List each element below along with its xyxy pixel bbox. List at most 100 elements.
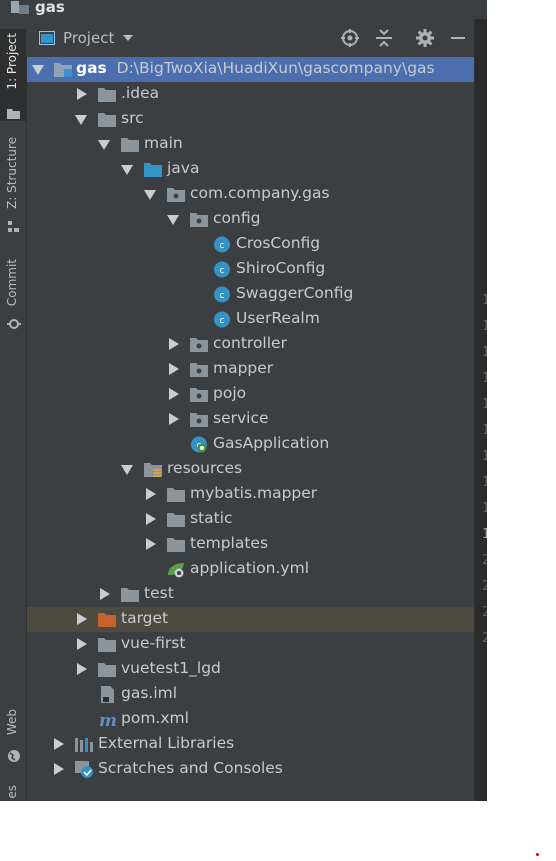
- package-icon: [190, 213, 208, 227]
- tree-item-label: SwaggerConfig: [236, 284, 354, 302]
- view-selector-label[interactable]: Project: [63, 29, 114, 47]
- tree-row[interactable]: vue-first: [27, 632, 474, 657]
- tree-row[interactable]: External Libraries: [27, 732, 474, 757]
- class-icon: c: [214, 286, 230, 303]
- structure-icon: [8, 221, 19, 232]
- tree-item-label: src: [121, 109, 144, 127]
- class-icon: c: [214, 311, 230, 328]
- collapsed-arrow-icon[interactable]: [169, 338, 179, 350]
- tree-row[interactable]: .idea: [27, 82, 474, 107]
- folder-icon: [98, 88, 116, 102]
- tree-item-label: resources: [167, 459, 243, 477]
- tree-item-label: pojo: [213, 384, 247, 402]
- tree-item-label: GasApplication: [213, 434, 330, 452]
- collapsed-arrow-icon[interactable]: [169, 388, 179, 400]
- tree-row[interactable]: m pom.xml: [27, 707, 474, 732]
- tab-web[interactable]: Web: [0, 709, 26, 769]
- project-tree[interactable]: gas D:\BigTwoXia\HuadiXun\gascompany\gas…: [27, 57, 474, 801]
- class-icon: c: [214, 236, 230, 253]
- root-path: D:\BigTwoXia\HuadiXun\gascompany\gas: [116, 59, 435, 77]
- tree-row[interactable]: target: [27, 607, 474, 632]
- collapsed-arrow-icon[interactable]: [77, 613, 87, 625]
- collapsed-arrow-icon[interactable]: [146, 538, 156, 550]
- folder-icon: [98, 113, 116, 127]
- expanded-arrow-icon[interactable]: [32, 65, 44, 75]
- line-number: 1: [482, 527, 487, 542]
- tab-commit[interactable]: Commit: [0, 259, 26, 349]
- tree-item-label: UserRealm: [236, 309, 320, 327]
- tree-item-label: CrosConfig: [236, 234, 321, 252]
- collapsed-arrow-icon[interactable]: [146, 488, 156, 500]
- tree-row[interactable]: test: [27, 582, 474, 607]
- tree-row[interactable]: java: [27, 157, 474, 182]
- res-folder-icon: [144, 463, 162, 477]
- expanded-arrow-icon[interactable]: [75, 115, 87, 125]
- chevron-down-icon[interactable]: [123, 35, 133, 42]
- expanded-arrow-icon[interactable]: [121, 465, 133, 475]
- tab-structure[interactable]: Z: Structure: [0, 137, 26, 237]
- collapsed-arrow-icon[interactable]: [100, 588, 110, 600]
- tree-row[interactable]: c ShiroConfig: [27, 257, 474, 282]
- tree-row[interactable]: c GasApplication: [27, 432, 474, 457]
- collapsed-arrow-icon[interactable]: [169, 413, 179, 425]
- yml-icon: [168, 563, 184, 578]
- expanded-arrow-icon[interactable]: [98, 140, 110, 150]
- package-icon: [190, 388, 208, 402]
- tree-row[interactable]: mapper: [27, 357, 474, 382]
- tree-row[interactable]: c SwaggerConfig: [27, 282, 474, 307]
- tree-row[interactable]: c UserRealm: [27, 307, 474, 332]
- red-dot: [536, 853, 539, 856]
- tree-item-label: java: [167, 159, 200, 177]
- folder-icon: [7, 109, 20, 119]
- tree-row[interactable]: Scratches and Consoles: [27, 757, 474, 782]
- line-number: 1: [482, 345, 487, 360]
- collapsed-arrow-icon[interactable]: [77, 88, 87, 100]
- minimize-icon[interactable]: [448, 28, 468, 48]
- tree-item-label: application.yml: [190, 559, 310, 577]
- gear-icon[interactable]: [415, 28, 435, 48]
- tree-row[interactable]: main: [27, 132, 474, 157]
- tree-row[interactable]: c CrosConfig: [27, 232, 474, 257]
- svg-text:m: m: [99, 711, 116, 728]
- libs-icon: [75, 738, 93, 752]
- tree-row[interactable]: pojo: [27, 382, 474, 407]
- scratches-icon: [75, 761, 93, 778]
- collapsed-arrow-icon[interactable]: [54, 738, 64, 750]
- tree-row[interactable]: templates: [27, 532, 474, 557]
- tree-item-label: Scratches and Consoles: [98, 759, 283, 777]
- collapse-all-icon[interactable]: [374, 28, 394, 48]
- tree-row[interactable]: controller: [27, 332, 474, 357]
- tree-item-label: templates: [190, 534, 269, 552]
- module-folder-icon: [54, 63, 72, 77]
- tree-row[interactable]: config: [27, 207, 474, 232]
- line-number: 1: [482, 449, 487, 464]
- tree-row[interactable]: service: [27, 407, 474, 432]
- locate-icon[interactable]: [340, 28, 360, 48]
- tree-row[interactable]: application.yml: [27, 557, 474, 582]
- tree-item-label: test: [144, 584, 174, 602]
- tree-row-root[interactable]: gas D:\BigTwoXia\HuadiXun\gascompany\gas: [27, 57, 474, 82]
- collapsed-arrow-icon[interactable]: [146, 513, 156, 525]
- tab-favorites[interactable]: es: [0, 785, 26, 801]
- tree-row[interactable]: mybatis.mapper: [27, 482, 474, 507]
- line-number: 2: [482, 631, 487, 646]
- tree-row[interactable]: vuetest1_lgd: [27, 657, 474, 682]
- tab-favorites-label: es: [5, 785, 19, 799]
- expanded-arrow-icon[interactable]: [167, 215, 179, 225]
- tree-row[interactable]: resources: [27, 457, 474, 482]
- line-number: 1: [482, 371, 487, 386]
- expanded-arrow-icon[interactable]: [144, 190, 156, 200]
- tree-row[interactable]: static: [27, 507, 474, 532]
- collapsed-arrow-icon[interactable]: [169, 363, 179, 375]
- tab-web-label: Web: [5, 709, 19, 736]
- expanded-arrow-icon[interactable]: [121, 165, 133, 175]
- collapsed-arrow-icon[interactable]: [54, 763, 64, 775]
- package-icon: [167, 188, 185, 202]
- tree-row[interactable]: com.company.gas: [27, 182, 474, 207]
- tree-row[interactable]: gas.iml: [27, 682, 474, 707]
- tree-row[interactable]: src: [27, 107, 474, 132]
- line-number: 2: [482, 553, 487, 568]
- collapsed-arrow-icon[interactable]: [77, 638, 87, 650]
- collapsed-arrow-icon[interactable]: [77, 663, 87, 675]
- tab-project[interactable]: 1: Project: [0, 29, 26, 121]
